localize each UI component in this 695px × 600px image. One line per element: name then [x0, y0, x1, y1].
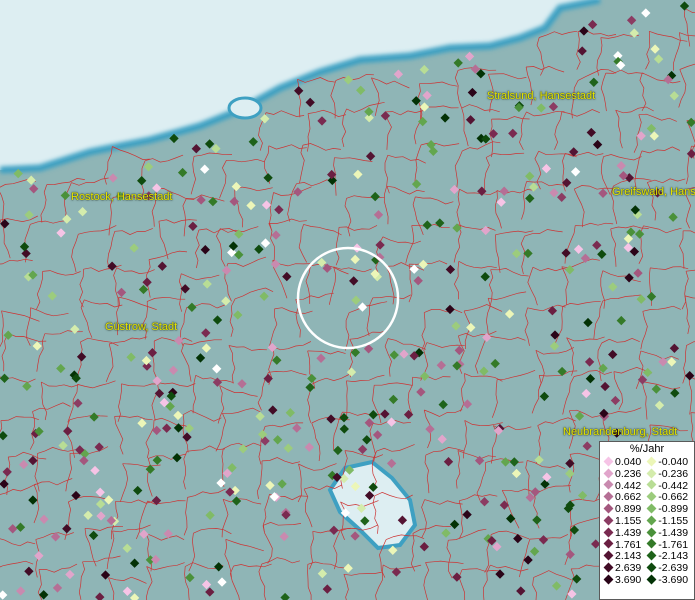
legend-value: 1.761 [615, 538, 642, 551]
legend-swatch [603, 550, 614, 561]
legend-swatch [646, 574, 657, 585]
legend-value: 2.143 [615, 550, 642, 563]
legend-swatch [646, 527, 657, 537]
legend-value: 0.442 [615, 479, 642, 492]
legend-swatch [603, 574, 614, 585]
legend-value: 0.899 [615, 503, 642, 516]
legend-value: 0.040 [615, 456, 642, 468]
city-label-stralsund[interactable]: Stralsund, Hansestadt [487, 90, 595, 102]
legend-swatch [603, 456, 614, 467]
legend-value: 1.439 [615, 526, 642, 539]
city-label-neubrandenburg[interactable]: Neubrandenburg, Stadt [563, 426, 677, 438]
legend-swatch [603, 515, 614, 526]
legend: %/Jahr 0.040 -0.040 0.236 -0.236 0.442 -0.442… [599, 441, 695, 600]
city-label-guestrow[interactable]: Güstrow, Stadt [105, 321, 177, 333]
lagoon [227, 96, 263, 120]
legend-value: -0.040 [658, 456, 689, 468]
legend-swatch [603, 503, 614, 514]
legend-value: -2.639 [658, 562, 689, 575]
legend-title: %/Jahr [629, 443, 665, 455]
legend-value: -0.899 [658, 503, 689, 516]
legend-swatch [603, 491, 614, 502]
legend-positive-entry: 3.690 [600, 573, 647, 587]
legend-swatch [603, 538, 614, 549]
legend-value: -0.236 [658, 467, 689, 480]
legend-value: -1.155 [658, 514, 689, 527]
legend-swatch [646, 538, 657, 549]
city-label-greifswald[interactable]: Greifswald, Hanse [612, 186, 695, 198]
legend-row: 3.690 -3.690 [600, 573, 694, 587]
legend-value: 2.639 [615, 562, 642, 575]
legend-value: -1.439 [658, 526, 689, 539]
legend-table: 0.040 -0.040 0.236 -0.236 0.442 -0.442 0.662 -0… [600, 456, 694, 587]
legend-swatch [646, 503, 657, 514]
legend-value: 0.236 [615, 467, 642, 480]
legend-negative-entry: -3.690 [646, 573, 694, 587]
legend-swatch [646, 479, 657, 490]
legend-value: 0.662 [615, 491, 642, 504]
legend-swatch [646, 456, 657, 467]
legend-swatch [646, 515, 657, 526]
legend-swatch [646, 550, 657, 561]
legend-value: 3.690 [615, 573, 642, 586]
legend-swatch [603, 562, 614, 573]
legend-value: -3.690 [658, 573, 689, 586]
legend-value: -1.761 [658, 538, 689, 551]
legend-value: 1.155 [615, 514, 642, 527]
city-label-rostock[interactable]: Rostock, Hansestadt [71, 191, 173, 203]
legend-swatch [646, 562, 657, 573]
legend-swatch [603, 479, 614, 490]
legend-value: -0.442 [658, 479, 689, 492]
legend-swatch [646, 468, 657, 478]
legend-swatch [603, 468, 614, 478]
legend-swatch [603, 527, 614, 537]
legend-value: -0.662 [658, 491, 689, 504]
legend-value: -2.143 [658, 550, 689, 563]
legend-swatch [646, 491, 657, 502]
